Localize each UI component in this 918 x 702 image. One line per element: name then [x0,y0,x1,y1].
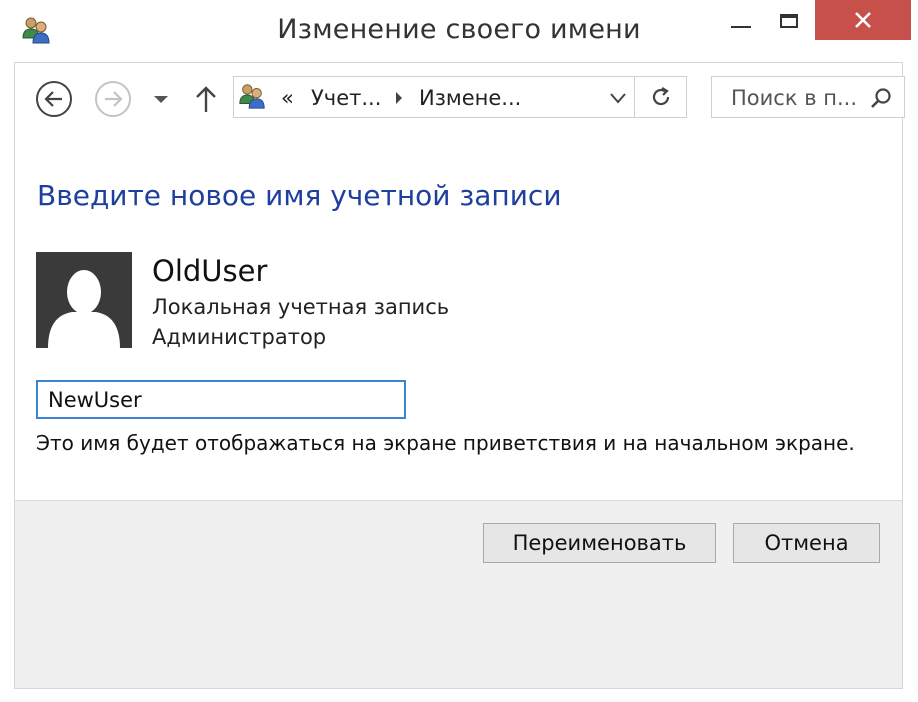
close-icon [855,12,871,28]
close-button[interactable] [815,0,911,40]
address-history-dropdown-icon[interactable] [609,91,627,105]
new-name-input[interactable] [36,380,406,419]
user-avatar [36,252,132,348]
account-type: Локальная учетная запись [152,295,450,319]
users-location-icon [237,81,267,111]
search-box[interactable]: Поиск в п... [711,76,905,118]
breadcrumb-rename[interactable]: Измене... [419,86,521,110]
up-arrow-icon[interactable] [193,84,219,114]
search-icon[interactable] [870,87,892,109]
breadcrumb-accounts[interactable]: Учет... [311,86,381,110]
page-heading: Введите новое имя учетной записи [37,179,562,212]
rename-account-window: Изменение своего имени « Учет... Измене.… [0,0,918,702]
current-user-name: OldUser [152,254,268,288]
recent-locations-dropdown-icon[interactable] [150,92,172,106]
minimize-button[interactable] [718,0,764,42]
forward-arrow-icon [105,91,123,107]
back-button[interactable] [36,81,72,117]
user-silhouette-icon [48,270,120,348]
rename-button[interactable]: Переименовать [483,523,716,563]
breadcrumb-separator-icon[interactable] [394,91,404,105]
refresh-icon [652,87,669,106]
title-bar[interactable]: Изменение своего имени [0,0,918,62]
back-arrow-icon [44,91,62,107]
maximize-button[interactable] [766,0,812,42]
breadcrumb-overflow[interactable]: « [281,86,294,110]
name-hint-text: Это имя будет отображаться на экране при… [36,431,855,455]
cancel-button[interactable]: Отмена [733,523,880,563]
address-bar[interactable]: « Учет... Измене... [233,76,635,118]
refresh-button[interactable] [635,76,687,118]
minimize-icon [731,26,751,28]
forward-button[interactable] [95,81,131,117]
search-placeholder: Поиск в п... [731,86,857,110]
account-role: Администратор [152,325,327,349]
maximize-icon [780,14,798,28]
